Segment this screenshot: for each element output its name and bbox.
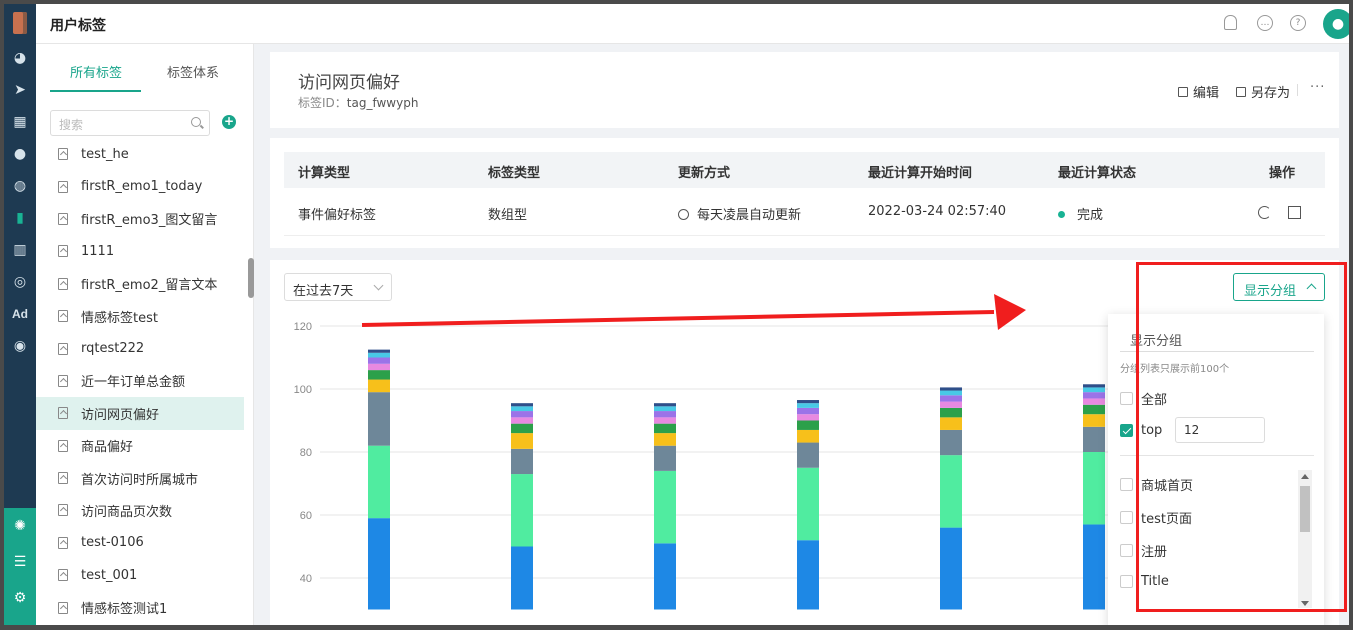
annotation-arrow: [361, 294, 1026, 330]
app-window: ◕ ➤ ▦ ● ◍ ▮ ▥ ◎ Ad ◉ ✺ ☰ ⚙ 用户标签 … ? ● 所有…: [0, 0, 1353, 630]
